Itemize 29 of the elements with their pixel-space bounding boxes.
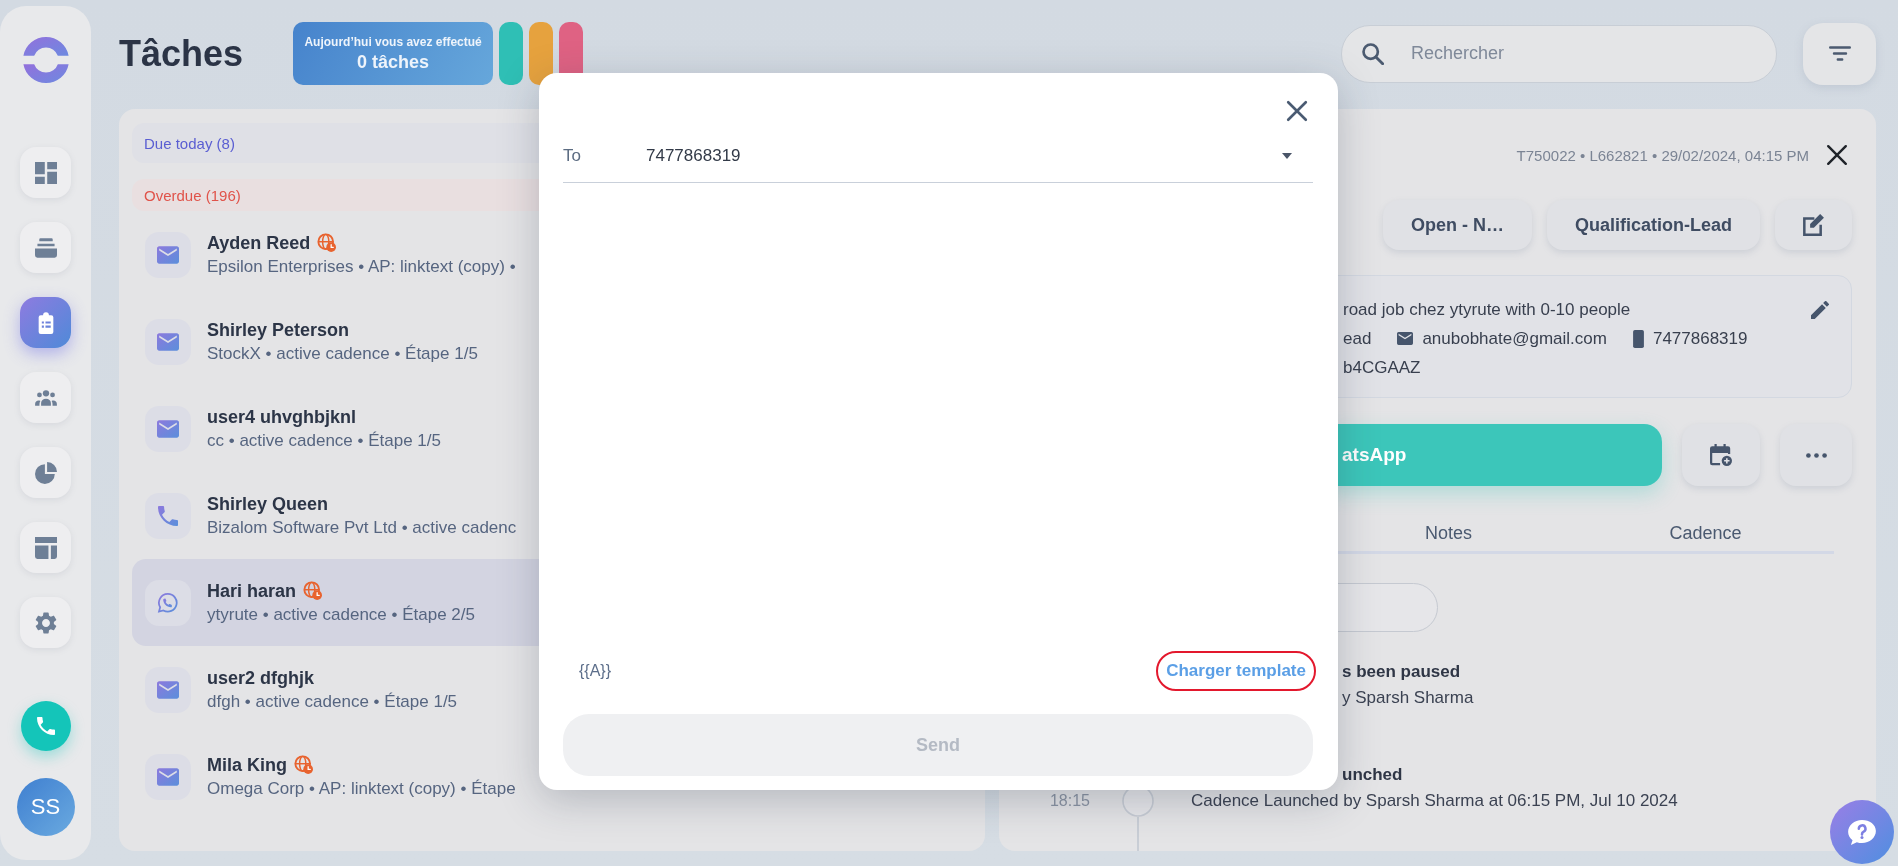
lead-id: b4CGAAZ [1343, 357, 1422, 379]
record-meta: T750022 • L662821 • 29/02/2024, 04:15 PM [1516, 146, 1809, 164]
task-details: StockX • active cadence • Étape 1/5 [207, 342, 478, 365]
task-details: Bizalom Software Pvt Ltd • active cadenc [207, 516, 517, 539]
task-details: Omega Corp • AP: linktext (copy) • Étape [207, 777, 516, 800]
contact-name: user2 dfghjk [207, 666, 315, 690]
contact-name: Ayden Reed [207, 231, 311, 255]
contact-name: Hari haran [207, 579, 297, 603]
contact-name: Shirley Peterson [207, 318, 350, 342]
summary-caption: Aujourd’hui vous avez effectué [304, 34, 482, 49]
summary-count: 0 tâches [357, 51, 430, 73]
timeline-text: y Sparsh Sharma [1342, 687, 1474, 709]
contact-name: Shirley Queen [207, 492, 329, 516]
task-details: Epsilon Enterprises • AP: linktext (copy) • [207, 255, 516, 278]
timeline-text: Cadence Launched by Sparsh Sharma at 06:15 PM, Jul 10 2024 [1191, 790, 1678, 812]
lead-role: ead [1343, 328, 1372, 350]
phone-text: 7477868319 [1652, 328, 1748, 350]
lead-summary: road job chez ytyrute with 0-10 people [1343, 299, 1632, 321]
task-details: cc • active cadence • Étape 1/5 [207, 429, 441, 452]
contact-name: user4 uhvghbjknl [207, 405, 357, 429]
recipient-label: To [563, 146, 582, 166]
email-text: anubobhate@gmail.com [1422, 328, 1607, 350]
timeline-time: 18:15 [1049, 792, 1090, 809]
page-title: Tâches [119, 33, 244, 74]
task-details: ytyrute • active cadence • Étape 2/5 [207, 603, 475, 626]
task-details: dfgh • active cadence • Étape 1/5 [207, 690, 458, 713]
timeline-title: unched [1342, 764, 1403, 786]
timeline-title: s been paused [1342, 661, 1461, 683]
contact-name: Mila King [207, 753, 287, 777]
